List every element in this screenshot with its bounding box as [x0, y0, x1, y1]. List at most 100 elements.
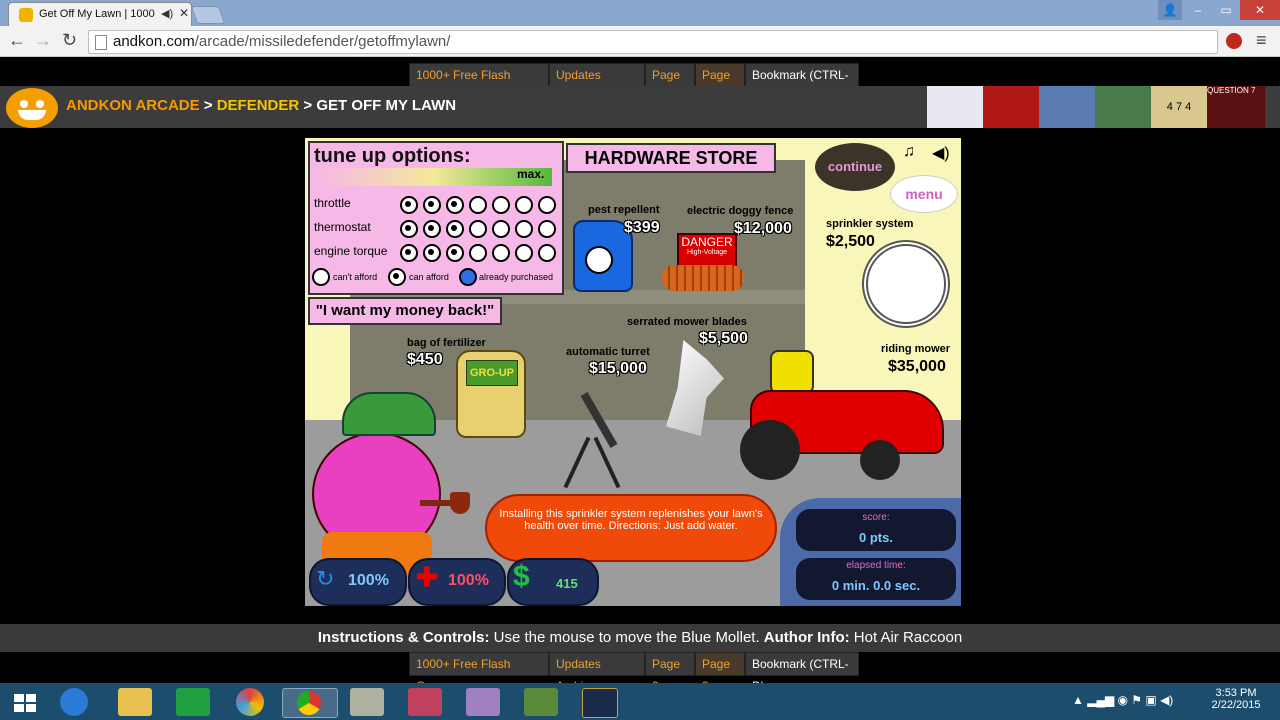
forward-icon[interactable]: → — [34, 30, 52, 51]
taskbar-app-icon[interactable] — [350, 688, 384, 716]
author-name: Hot Air Raccoon — [853, 629, 963, 646]
tab-title: Get Off My Lawn | 1000 — [39, 8, 155, 20]
max-label: max. — [517, 167, 545, 181]
upgrade-level-dot[interactable] — [423, 220, 441, 238]
health-plus-icon: ✚ — [416, 562, 438, 592]
chrome-menu-icon[interactable]: ≡ — [1256, 30, 1267, 51]
breadcrumb-arcade[interactable]: ANDKON ARCADE — [66, 97, 200, 114]
taskbar-app-icon[interactable] — [408, 688, 442, 716]
upgrade-level-dot[interactable] — [469, 196, 487, 214]
back-icon[interactable]: ← — [8, 30, 26, 51]
doggy-fence-price: $12,000 — [734, 220, 792, 237]
file-explorer-icon[interactable] — [118, 688, 152, 716]
continue-button[interactable]: continue — [815, 143, 895, 191]
pest-repellent-name: pest repellent — [588, 204, 660, 216]
upgrade-level-dot[interactable] — [423, 244, 441, 262]
score-value: 0 pts. — [859, 530, 893, 545]
close-window-button[interactable]: ✕ — [1240, 0, 1280, 20]
upgrade-level-dot[interactable] — [538, 196, 556, 214]
money-back-button[interactable]: "I want my money back!" — [308, 297, 502, 325]
start-button-icon[interactable] — [8, 688, 42, 716]
upgrade-level-dot[interactable] — [446, 244, 464, 262]
extension-icon[interactable] — [1226, 33, 1242, 49]
nav-page-3[interactable]: Page 3 — [695, 652, 745, 693]
chrome-icon[interactable] — [282, 688, 338, 718]
upgrade-level-dot[interactable] — [469, 244, 487, 262]
menu-button[interactable]: menu — [890, 175, 958, 213]
sound-icon[interactable]: ◀) — [932, 143, 950, 163]
nav-page-2[interactable]: Page 2 — [645, 652, 695, 693]
automatic-turret-item[interactable] — [563, 380, 635, 490]
refresh-icon: ↻ — [316, 566, 335, 591]
option-label-thermostat: thermostat — [314, 220, 371, 234]
dollar-icon: $ — [513, 560, 530, 593]
nav-bookmark[interactable]: Bookmark (CTRL-D) — [745, 652, 859, 693]
danger-sign-text: DANGER — [681, 235, 733, 249]
upgrade-level-dot[interactable] — [400, 220, 418, 238]
breadcrumb: ANDKON ARCADE > DEFENDER > GET OFF MY LA… — [66, 97, 456, 114]
upgrade-level-dot[interactable] — [538, 244, 556, 262]
pest-repellent-price: $399 — [624, 219, 660, 236]
nav-updates-archive[interactable]: Updates Archive — [549, 63, 645, 104]
minecraft-icon[interactable] — [524, 688, 558, 716]
upgrade-level-dot[interactable] — [492, 244, 510, 262]
paint-icon[interactable] — [236, 688, 264, 716]
tuneup-title: tune up options: — [314, 145, 471, 167]
upgrade-level-dot[interactable] — [515, 220, 533, 238]
upgrade-level-dot[interactable] — [515, 244, 533, 262]
legend-cant-afford: can't afford — [333, 272, 378, 282]
upgrade-level-dot[interactable] — [492, 196, 510, 214]
url-host: andkon.com — [113, 33, 195, 50]
system-tray-icons[interactable]: ▲ ▂▄▆ ◉ ⚑ ▣ ◀) — [1072, 693, 1173, 707]
league-icon[interactable] — [582, 688, 618, 718]
upgrade-level-dot[interactable] — [446, 220, 464, 238]
internet-explorer-icon[interactable] — [60, 688, 88, 716]
game-thumbnail[interactable] — [983, 86, 1039, 128]
upgrade-level-dot[interactable] — [492, 220, 510, 238]
breadcrumb-current: GET OFF MY LAWN — [316, 97, 457, 114]
nav-page-3[interactable]: Page 3 — [695, 63, 745, 104]
doggy-fence-item[interactable] — [662, 265, 744, 291]
minimize-button[interactable]: – — [1184, 0, 1212, 20]
riding-mower-item[interactable] — [740, 350, 944, 490]
game-thumbnail[interactable]: QUESTION 7 — [1207, 86, 1265, 128]
upgrade-level-dot[interactable] — [515, 196, 533, 214]
audio-icon[interactable]: ◀) — [161, 7, 173, 20]
reload-icon[interactable]: ↻ — [62, 30, 77, 51]
turret-name: automatic turret — [566, 346, 650, 358]
upgrade-level-dot[interactable] — [538, 220, 556, 238]
url-path: /arcade/missiledefender/getoffmylawn/ — [194, 33, 451, 50]
address-bar[interactable]: andkon.com/arcade/missiledefender/getoff… — [88, 30, 1218, 54]
nav-bookmark[interactable]: Bookmark (CTRL-D) — [745, 63, 859, 104]
music-icon[interactable]: ♫ — [903, 143, 915, 161]
legend-already-purchased: already purchased — [479, 272, 554, 282]
taskbar-app-icon[interactable] — [466, 688, 500, 716]
nav-free-games[interactable]: 1000+ Free Flash Games — [409, 652, 549, 693]
store-icon[interactable] — [176, 688, 210, 716]
clock-date: 2/22/2015 — [1211, 699, 1261, 711]
upgrade-level-dot[interactable] — [446, 196, 464, 214]
game-thumbnail[interactable]: 4 7 4 — [1151, 86, 1207, 128]
game-thumbnail[interactable] — [1095, 86, 1151, 128]
upgrade-level-dot[interactable] — [400, 244, 418, 262]
taskbar-clock[interactable]: 3:53 PM 2/22/2015 — [1208, 687, 1264, 711]
user-icon[interactable]: 👤 — [1158, 0, 1182, 20]
sprinkler-system-item[interactable] — [862, 240, 950, 328]
nav-updates-archive[interactable]: Updates Archive — [549, 652, 645, 693]
game-thumbnail[interactable] — [927, 86, 983, 128]
breadcrumb-separator: > — [299, 97, 317, 114]
maximize-button[interactable]: ▭ — [1212, 0, 1240, 20]
andkon-logo-icon[interactable] — [6, 88, 58, 128]
upgrade-level-dot[interactable] — [423, 196, 441, 214]
nav-page-2[interactable]: Page 2 — [645, 63, 695, 104]
turret-price: $15,000 — [589, 360, 647, 377]
nav-free-games[interactable]: 1000+ Free Flash Games — [409, 63, 549, 104]
upgrade-level-dot[interactable] — [400, 196, 418, 214]
game-thumbnail[interactable] — [1039, 86, 1095, 128]
breadcrumb-defender[interactable]: DEFENDER — [217, 97, 300, 114]
browser-tab[interactable]: Get Off My Lawn | 1000 ◀) ✕ — [8, 2, 192, 27]
upgrade-level-dot[interactable] — [469, 220, 487, 238]
tab-close-icon[interactable]: ✕ — [179, 6, 189, 20]
option-label-throttle: throttle — [314, 196, 351, 210]
blades-price: $5,500 — [699, 330, 748, 347]
